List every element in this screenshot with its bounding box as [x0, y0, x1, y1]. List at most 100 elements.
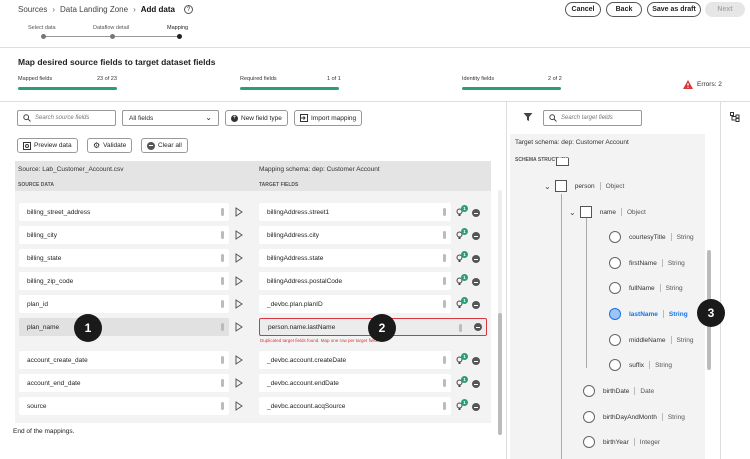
- schema-tree-item[interactable]: ⌄ name Object: [569, 206, 646, 218]
- drag-handle-icon[interactable]: [443, 356, 446, 364]
- source-field[interactable]: plan_id: [19, 295, 229, 313]
- tree-node-radio[interactable]: [609, 257, 621, 269]
- drag-handle-icon[interactable]: [221, 254, 224, 262]
- remove-mapping-icon[interactable]: [474, 323, 482, 331]
- remove-mapping-icon[interactable]: [472, 301, 480, 309]
- validate-button[interactable]: ⚙ Validate: [87, 138, 133, 153]
- source-field[interactable]: account_create_date: [19, 351, 229, 369]
- drag-handle-icon[interactable]: [443, 300, 446, 308]
- cancel-button[interactable]: Cancel: [565, 2, 601, 17]
- drag-handle-icon[interactable]: [221, 277, 224, 285]
- tree-node-radio[interactable]: [609, 282, 621, 294]
- tree-item-name: person: [574, 182, 595, 190]
- target-field[interactable]: billingAddress.postalCode: [259, 272, 451, 290]
- recommendation-icon[interactable]: 1: [455, 274, 468, 287]
- step-label: Mapping: [167, 25, 189, 31]
- drag-handle-icon[interactable]: [221, 208, 224, 216]
- chevron-right-icon: ›: [133, 5, 136, 14]
- source-field[interactable]: billing_city: [19, 226, 229, 244]
- drag-handle-icon[interactable]: [443, 208, 446, 216]
- tree-node-radio[interactable]: [609, 359, 621, 371]
- remove-mapping-icon[interactable]: [472, 403, 480, 411]
- remove-mapping-icon[interactable]: [472, 232, 480, 240]
- schema-tree-item[interactable]: courtesyTitle String: [609, 231, 694, 243]
- target-field[interactable]: _devbc.account.endDate: [259, 374, 451, 392]
- tree-node-box[interactable]: [579, 206, 592, 218]
- hierarchy-icon[interactable]: [730, 112, 740, 124]
- target-field[interactable]: _devbc.account.acqSource: [259, 397, 451, 415]
- search-target-input[interactable]: Search target fields: [543, 110, 642, 126]
- tree-node-radio[interactable]: [609, 308, 621, 320]
- recommendation-icon[interactable]: 1: [455, 353, 468, 366]
- source-field[interactable]: billing_state: [19, 249, 229, 267]
- target-field[interactable]: billingAddress.street1: [259, 203, 451, 221]
- schema-tree-item[interactable]: lastName String: [609, 308, 688, 320]
- breadcrumb: Sources › Data Landing Zone › Add data ?: [18, 5, 193, 14]
- chevron-down-icon[interactable]: ⌄: [544, 182, 551, 191]
- next-button[interactable]: Next: [705, 2, 745, 17]
- target-field[interactable]: _devbc.account.createDate: [259, 351, 451, 369]
- recommendation-icon[interactable]: 1: [455, 205, 468, 218]
- schema-tree-item[interactable]: middleName String: [609, 334, 693, 346]
- errors-indicator[interactable]: Errors: 2: [683, 80, 722, 89]
- preview-data-button[interactable]: Preview data: [17, 138, 78, 153]
- tree-node-box[interactable]: [554, 180, 567, 192]
- schema-tree-item[interactable]: ⌄ person Object: [544, 180, 624, 192]
- source-field[interactable]: billing_street_address: [19, 203, 229, 221]
- drag-handle-icon[interactable]: [459, 324, 462, 332]
- schema-tree-item[interactable]: birthYear Integer: [583, 436, 660, 448]
- help-icon[interactable]: ?: [184, 5, 193, 14]
- schema-tree-item[interactable]: birthDate Date: [583, 385, 654, 397]
- drag-handle-icon[interactable]: [221, 231, 224, 239]
- drag-handle-icon[interactable]: [221, 379, 224, 387]
- tree-node-radio[interactable]: [609, 334, 621, 346]
- recommendation-icon[interactable]: 1: [455, 376, 468, 389]
- tree-node-radio[interactable]: [583, 385, 595, 397]
- drag-handle-icon[interactable]: [443, 254, 446, 262]
- target-field[interactable]: billingAddress.state: [259, 249, 451, 267]
- schema-tree-item[interactable]: birthDayAndMonth String: [583, 411, 685, 423]
- scrollbar-thumb[interactable]: [498, 313, 502, 435]
- schema-tree-item[interactable]: firstName String: [609, 257, 685, 269]
- field-filter-select[interactable]: All fields ⌄: [122, 110, 219, 126]
- tree-node-radio[interactable]: [583, 436, 595, 448]
- drag-handle-icon[interactable]: [443, 277, 446, 285]
- save-draft-button[interactable]: Save as draft: [647, 2, 701, 17]
- schema-tree-item[interactable]: suffix String: [609, 359, 672, 371]
- remove-mapping-icon[interactable]: [472, 209, 480, 217]
- remove-mapping-icon[interactable]: [472, 278, 480, 286]
- target-field[interactable]: _devbc.plan.planID: [259, 295, 451, 313]
- source-field[interactable]: billing_zip_code: [19, 272, 229, 290]
- new-field-type-button[interactable]: + New field type: [225, 110, 288, 126]
- drag-handle-icon[interactable]: [443, 402, 446, 410]
- schema-tree-item[interactable]: fullName String: [609, 282, 683, 294]
- chevron-down-icon[interactable]: ⌄: [569, 208, 576, 217]
- source-field[interactable]: plan_name: [19, 318, 229, 336]
- breadcrumb-landing-zone[interactable]: Data Landing Zone: [60, 5, 128, 14]
- remove-mapping-icon[interactable]: [472, 255, 480, 263]
- source-field[interactable]: account_end_date: [19, 374, 229, 392]
- recommendation-icon[interactable]: 1: [455, 297, 468, 310]
- back-button[interactable]: Back: [606, 2, 642, 17]
- chevron-right-icon: ›: [52, 5, 56, 14]
- remove-mapping-icon[interactable]: [472, 380, 480, 388]
- target-field[interactable]: billingAddress.city: [259, 226, 451, 244]
- recommendation-icon[interactable]: 1: [455, 251, 468, 264]
- recommendation-icon[interactable]: 1: [455, 228, 468, 241]
- clear-all-button[interactable]: Clear all: [141, 138, 188, 153]
- drag-handle-icon[interactable]: [221, 323, 224, 331]
- search-source-input[interactable]: Search source fields: [17, 110, 116, 126]
- drag-handle-icon[interactable]: [443, 379, 446, 387]
- drag-handle-icon[interactable]: [221, 402, 224, 410]
- recommendation-icon[interactable]: 1: [455, 399, 468, 412]
- remove-mapping-icon[interactable]: [472, 357, 480, 365]
- drag-handle-icon[interactable]: [221, 300, 224, 308]
- source-field[interactable]: source: [19, 397, 229, 415]
- tree-node-radio[interactable]: [609, 231, 621, 243]
- breadcrumb-sources[interactable]: Sources: [18, 5, 47, 14]
- drag-handle-icon[interactable]: [443, 231, 446, 239]
- filter-icon[interactable]: [523, 112, 533, 124]
- drag-handle-icon[interactable]: [221, 356, 224, 364]
- tree-node-radio[interactable]: [583, 411, 595, 423]
- import-mapping-button[interactable]: Import mapping: [294, 110, 363, 126]
